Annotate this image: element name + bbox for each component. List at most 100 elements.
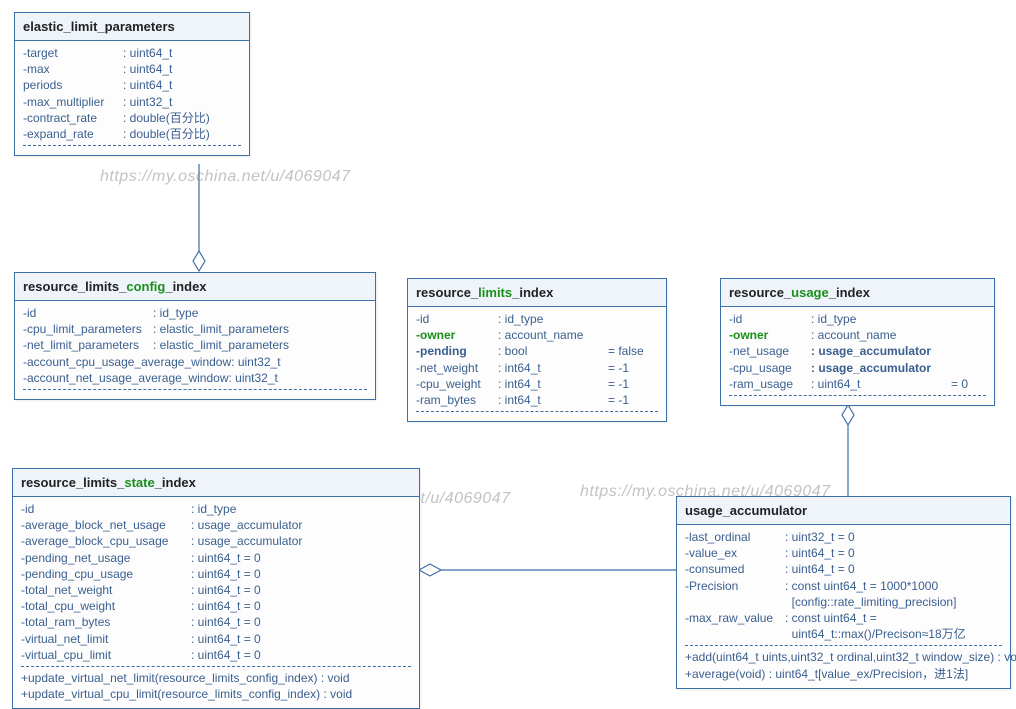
field-name: -net_weight: [416, 360, 498, 376]
title-part: resource_: [729, 285, 791, 300]
field-name: -pending_net_usage: [21, 550, 191, 566]
field-name: -id: [21, 501, 191, 517]
field-type: : id_type: [498, 311, 608, 327]
field-default: = -1: [608, 360, 629, 376]
box-title: resource_limits_config_index: [15, 273, 375, 301]
field-type: : uint64_t = 0: [191, 550, 261, 566]
field-type: : uint32_t: [123, 94, 172, 110]
field-type: : uint64_t = 0: [785, 545, 855, 561]
field-type: : uint64_t = 0: [191, 631, 261, 647]
field-type: : uint64_t = 0: [191, 647, 261, 663]
title-part-green: config: [126, 279, 165, 294]
field-type: : account_name: [498, 327, 608, 343]
field-type: : uint32_t: [228, 370, 277, 386]
field-name: -ram_bytes: [416, 392, 498, 408]
field-name: -account_net_usage_average_window: [23, 370, 228, 386]
box-title: elastic_limit_parameters: [15, 13, 249, 41]
field-type: : usage_accumulator: [191, 533, 302, 549]
title-part-green: state: [124, 475, 154, 490]
field-type: : usage_accumulator: [811, 343, 951, 359]
field-type: : uint64_t = 0: [785, 561, 855, 577]
box-title: resource_limits_index: [408, 279, 666, 307]
field-name: -virtual_net_limit: [21, 631, 191, 647]
field-name: -target: [23, 45, 123, 61]
field-name: -value_ex: [685, 545, 785, 561]
field-type: : uint64_t = 0: [191, 582, 261, 598]
field-default: = -1: [608, 376, 629, 392]
method: +update_virtual_net_limit(resource_limit…: [21, 670, 350, 686]
field-type: : uint32_t = 0: [785, 529, 855, 545]
field-default: = -1: [608, 392, 629, 408]
field-type: uint64_t::max()/Precison≈18万亿: [785, 626, 966, 642]
field-name: -average_block_cpu_usage: [21, 533, 191, 549]
title-part: _index: [165, 279, 206, 294]
field-type: : uint64_t: [123, 45, 172, 61]
box-title: resource_limits_state_index: [13, 469, 419, 497]
box-title: usage_accumulator: [677, 497, 1010, 525]
box-elastic-limit-parameters: elastic_limit_parameters -target: uint64…: [14, 12, 250, 156]
field-default: = false: [608, 343, 644, 359]
field-type: : uint64_t = 0: [191, 614, 261, 630]
title-part: _index: [512, 285, 553, 300]
field-type: : id_type: [811, 311, 951, 327]
watermark: https://my.oschina.net/u/4069047: [100, 168, 351, 186]
field-type: : uint64_t: [123, 77, 172, 93]
box-usage-accumulator: usage_accumulator -last_ordinal: uint32_…: [676, 496, 1011, 689]
title-part-green: limits: [478, 285, 512, 300]
field-default: = 0: [951, 376, 968, 392]
method: +add(uint64_t uints,uint32_t ordinal,uin…: [685, 649, 1016, 665]
field-type: : int64_t: [498, 360, 608, 376]
field-name: -account_cpu_usage_average_window: [23, 354, 231, 370]
field-name: -total_cpu_weight: [21, 598, 191, 614]
field-type: : bool: [498, 343, 608, 359]
box-body: -id: id_type -owner: account_name -pendi…: [408, 307, 666, 421]
field-name: -max_raw_value: [685, 610, 785, 626]
title-part: resource_: [416, 285, 478, 300]
field-type: : uint64_t: [811, 376, 951, 392]
field-name: -pending: [416, 343, 498, 359]
field-type: : const uint64_t = 1000*1000: [785, 578, 938, 594]
box-body: -target: uint64_t -max: uint64_t periods…: [15, 41, 249, 155]
box-body: -last_ordinal: uint32_t = 0 -value_ex: u…: [677, 525, 1010, 688]
field-name: -max: [23, 61, 123, 77]
field-name: -net_usage: [729, 343, 811, 359]
title-part-green: usage: [791, 285, 829, 300]
field-type: : id_type: [153, 305, 198, 321]
field-name: -average_block_net_usage: [21, 517, 191, 533]
box-resource-limits-state-index: resource_limits_state_index -id: id_type…: [12, 468, 420, 709]
field-name: [685, 626, 785, 642]
field-type: : id_type: [191, 501, 236, 517]
field-type: : usage_accumulator: [191, 517, 302, 533]
field-type: : usage_accumulator: [811, 360, 951, 376]
method: +update_virtual_cpu_limit(resource_limit…: [21, 686, 352, 702]
field-name: -owner: [729, 327, 811, 343]
field-type: : account_name: [811, 327, 951, 343]
field-type: : uint64_t: [123, 61, 172, 77]
box-body: -id: id_type -average_block_net_usage: u…: [13, 497, 419, 708]
field-name: -total_ram_bytes: [21, 614, 191, 630]
field-type: : uint64_t = 0: [191, 598, 261, 614]
field-type: : elastic_limit_parameters: [153, 321, 289, 337]
box-resource-usage-index: resource_usage_index -id: id_type -owner…: [720, 278, 995, 406]
field-name: -id: [729, 311, 811, 327]
field-name: -net_limit_parameters: [23, 337, 153, 353]
field-name: -owner: [416, 327, 498, 343]
box-title: resource_usage_index: [721, 279, 994, 307]
field-name: [685, 594, 785, 610]
field-name: periods: [23, 77, 123, 93]
field-type: : int64_t: [498, 392, 608, 408]
field-name: -expand_rate: [23, 126, 123, 142]
field-name: -cpu_usage: [729, 360, 811, 376]
field-name: -cpu_weight: [416, 376, 498, 392]
field-type: : double(百分比): [123, 126, 210, 142]
field-name: -total_net_weight: [21, 582, 191, 598]
field-type: : uint32_t: [231, 354, 280, 370]
title-part: _index: [155, 475, 196, 490]
field-type: : const uint64_t =: [785, 610, 877, 626]
field-name: -Precision: [685, 578, 785, 594]
field-name: -cpu_limit_parameters: [23, 321, 153, 337]
field-name: -id: [23, 305, 153, 321]
field-name: -contract_rate: [23, 110, 123, 126]
field-name: -pending_cpu_usage: [21, 566, 191, 582]
box-resource-limits-config-index: resource_limits_config_index -id: id_typ…: [14, 272, 376, 400]
